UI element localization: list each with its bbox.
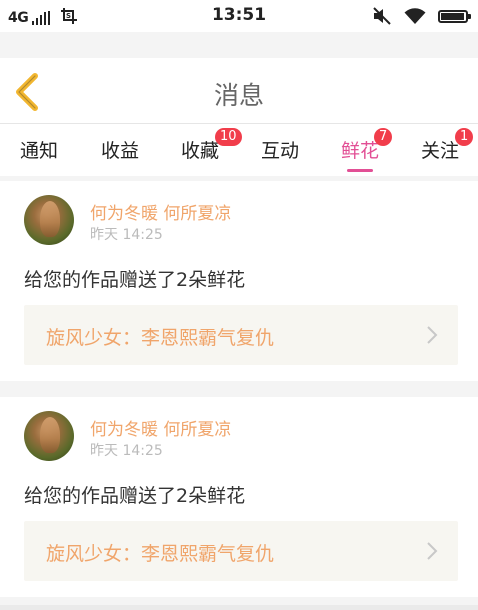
tab-favorites[interactable]: 收藏 10 — [181, 128, 242, 172]
status-right — [360, 7, 471, 25]
tab-label: 互动 — [261, 140, 300, 162]
username[interactable]: 何为冬暖 何所夏凉 — [90, 415, 231, 440]
page-title: 消息 — [213, 81, 264, 110]
tab-follows[interactable]: 关注 1 — [421, 128, 474, 172]
status-bar: 4G S 13:51 — [0, 0, 478, 32]
tab-interactions[interactable]: 互动 — [261, 136, 299, 172]
list-divider — [0, 605, 478, 610]
tab-notifications[interactable]: 通知 — [20, 136, 58, 172]
timestamp: 昨天 14:25 — [90, 227, 163, 243]
message-card: 何为冬暖 何所夏凉 昨天 14:25 给您的作品赠送了2朵鲜花 旋风少女：李恩熙… — [0, 181, 478, 381]
tab-earnings[interactable]: 收益 — [101, 136, 139, 172]
tab-label: 鲜花 — [341, 140, 380, 162]
tab-label: 收益 — [101, 140, 140, 162]
avatar[interactable] — [24, 195, 74, 245]
wifi-icon — [404, 7, 426, 25]
tab-bar: 通知 收益 收藏 10 互动 鲜花 7 关注 1 — [0, 124, 478, 176]
active-tab-indicator — [347, 169, 373, 172]
work-title: 旋风少女：李恩熙霸气复仇 — [46, 327, 275, 349]
work-title: 旋风少女：李恩熙霸气复仇 — [46, 543, 275, 565]
favorites-badge: 10 — [215, 128, 242, 146]
message-card: 何为冬暖 何所夏凉 昨天 14:25 给您的作品赠送了2朵鲜花 旋风少女：李恩熙… — [0, 397, 478, 597]
flowers-badge: 7 — [374, 128, 393, 146]
battery-icon — [438, 9, 471, 23]
timestamp: 昨天 14:25 — [90, 443, 163, 459]
avatar[interactable] — [24, 411, 74, 461]
tab-label: 收藏 — [181, 140, 220, 162]
mute-icon — [372, 7, 392, 25]
tab-label: 通知 — [20, 140, 59, 162]
message-text: 给您的作品赠送了2朵鲜花 — [24, 485, 246, 507]
username[interactable]: 何为冬暖 何所夏凉 — [90, 199, 231, 224]
work-link[interactable]: 旋风少女：李恩熙霸气复仇 — [24, 305, 458, 365]
work-link[interactable]: 旋风少女：李恩熙霸气复仇 — [24, 521, 458, 581]
follows-badge: 1 — [455, 128, 474, 146]
chevron-right-icon — [427, 326, 438, 344]
tab-label: 关注 — [421, 140, 460, 162]
chevron-right-icon — [427, 542, 438, 560]
header-bar: 消息 — [0, 58, 478, 124]
tab-flowers[interactable]: 鲜花 7 — [341, 128, 393, 172]
message-text: 给您的作品赠送了2朵鲜花 — [24, 269, 246, 291]
